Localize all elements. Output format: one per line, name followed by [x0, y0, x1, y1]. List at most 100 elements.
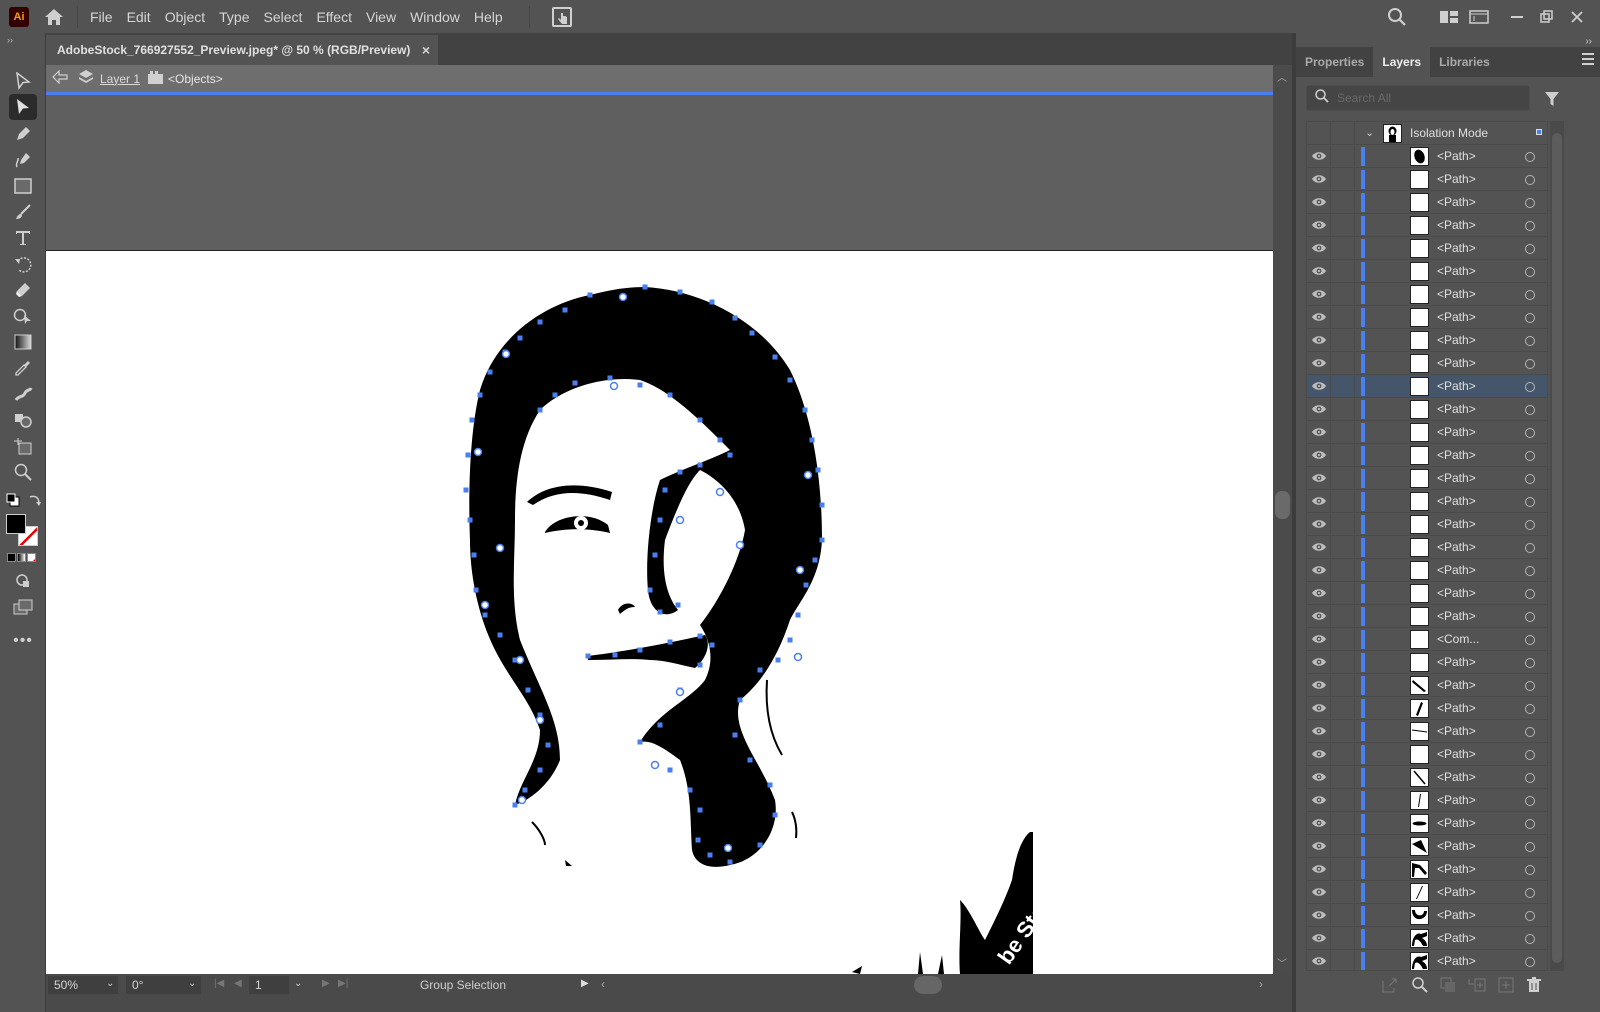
anchor-point[interactable]: [787, 637, 793, 643]
layer-row[interactable]: <Path>: [1307, 742, 1547, 766]
layer-row[interactable]: <Path>: [1307, 466, 1547, 490]
lock-toggle[interactable]: [1331, 259, 1355, 283]
chevron-down-icon[interactable]: ⌄: [1365, 126, 1374, 139]
layer-row-isolation-mode[interactable]: ⌄ Isolation Mode: [1307, 122, 1547, 145]
visibility-eye-icon[interactable]: [1307, 144, 1331, 168]
visibility-eye-icon[interactable]: [1307, 190, 1331, 214]
anchor-point[interactable]: [709, 299, 715, 305]
gradient-tool[interactable]: [9, 329, 37, 355]
visibility-eye-icon[interactable]: [1307, 443, 1331, 467]
lock-toggle[interactable]: [1331, 857, 1355, 881]
target-icon[interactable]: [1525, 405, 1535, 415]
anchor-point[interactable]: [695, 837, 701, 843]
lock-toggle[interactable]: [1331, 420, 1355, 444]
visibility-eye-icon[interactable]: [1307, 742, 1331, 766]
visibility-eye-icon[interactable]: [1307, 236, 1331, 260]
lock-toggle[interactable]: [1331, 765, 1355, 789]
anchor-point[interactable]: [657, 517, 663, 523]
visibility-eye-icon[interactable]: [1307, 512, 1331, 536]
visibility-eye-icon[interactable]: [1307, 374, 1331, 398]
visibility-eye-icon[interactable]: [1307, 719, 1331, 743]
layer-row[interactable]: <Path>: [1307, 443, 1547, 467]
visibility-eye-icon[interactable]: [1307, 213, 1331, 237]
edit-toolbar-icon[interactable]: •••: [9, 628, 37, 654]
gradient-button[interactable]: [17, 553, 26, 562]
smooth-anchor-point[interactable]: [495, 543, 505, 553]
anchor-point[interactable]: [737, 697, 743, 703]
visibility-eye-icon[interactable]: [1307, 811, 1331, 835]
visibility-eye-icon[interactable]: [1307, 788, 1331, 812]
lock-toggle[interactable]: [1331, 581, 1355, 605]
lock-toggle[interactable]: [1331, 144, 1355, 168]
eraser-tool[interactable]: [9, 277, 37, 303]
collect-for-export-icon[interactable]: [1382, 977, 1398, 993]
target-icon[interactable]: [1525, 382, 1535, 392]
scroll-down-icon[interactable]: ﹀: [1277, 955, 1287, 970]
target-icon[interactable]: [1525, 957, 1535, 967]
visibility-eye-icon[interactable]: [1307, 397, 1331, 421]
anchor-point[interactable]: [775, 657, 781, 663]
target-icon[interactable]: [1525, 842, 1535, 852]
artboard-number-field[interactable]: 1: [249, 976, 289, 994]
layer-row[interactable]: <Path>: [1307, 190, 1547, 214]
anchor-point[interactable]: [587, 292, 593, 298]
anchor-point[interactable]: [812, 557, 818, 563]
selection-tool[interactable]: [9, 68, 37, 94]
first-artboard-icon[interactable]: |◀: [214, 978, 224, 989]
anchor-point[interactable]: [707, 852, 713, 858]
next-artboard-icon[interactable]: ▶: [322, 978, 330, 989]
visibility-eye-icon[interactable]: [1307, 328, 1331, 352]
layer-row[interactable]: <Com...: [1307, 627, 1547, 651]
anchor-point[interactable]: [463, 487, 469, 493]
horizontal-scroll-thumb[interactable]: [914, 976, 942, 994]
lock-toggle[interactable]: [1331, 880, 1355, 904]
anchor-point[interactable]: [803, 582, 809, 588]
layer-row[interactable]: <Path>: [1307, 581, 1547, 605]
lock-toggle[interactable]: [1331, 650, 1355, 674]
anchor-point[interactable]: [467, 517, 473, 523]
lock-toggle[interactable]: [1331, 213, 1355, 237]
layer-row[interactable]: <Path>: [1307, 328, 1547, 352]
visibility-eye-icon[interactable]: [1307, 650, 1331, 674]
smooth-anchor-point[interactable]: [650, 760, 660, 770]
lock-toggle[interactable]: [1331, 627, 1355, 651]
anchor-point[interactable]: [537, 767, 543, 773]
layer-row[interactable]: <Path>: [1307, 236, 1547, 260]
smooth-anchor-point[interactable]: [715, 487, 725, 497]
visibility-eye-icon[interactable]: [1307, 880, 1331, 904]
target-icon[interactable]: [1525, 704, 1535, 714]
lock-toggle[interactable]: [1331, 512, 1355, 536]
visibility-eye-icon[interactable]: [1307, 351, 1331, 375]
target-icon[interactable]: [1525, 543, 1535, 553]
menu-file[interactable]: File: [90, 9, 113, 25]
anchor-point[interactable]: [482, 612, 488, 618]
menu-effect[interactable]: Effect: [316, 9, 352, 25]
lock-toggle[interactable]: [1331, 374, 1355, 398]
lock-toggle[interactable]: [1331, 604, 1355, 628]
anchor-point[interactable]: [522, 787, 528, 793]
document-tab[interactable]: AdobeStock_766927552_Preview.jpeg* @ 50 …: [46, 35, 438, 65]
menu-type[interactable]: Type: [219, 9, 249, 25]
target-icon[interactable]: [1525, 267, 1535, 277]
minimize-button[interactable]: [1502, 4, 1532, 30]
canvas-vertical-scrollbar[interactable]: ︿ ﹀: [1273, 65, 1292, 974]
anchor-point[interactable]: [815, 467, 821, 473]
smooth-anchor-point[interactable]: [675, 515, 685, 525]
smooth-anchor-point[interactable]: [723, 843, 733, 853]
anchor-point[interactable]: [465, 452, 471, 458]
workspace-switcher-icon[interactable]: [1434, 4, 1464, 30]
target-icon[interactable]: [1525, 428, 1535, 438]
visibility-eye-icon[interactable]: [1307, 949, 1331, 970]
smooth-anchor-point[interactable]: [515, 655, 525, 665]
artboard[interactable]: be Sto: [46, 251, 1273, 974]
direct-selection-tool[interactable]: [9, 94, 37, 120]
drawing-modes-icon[interactable]: [9, 568, 37, 594]
visibility-eye-icon[interactable]: [1307, 282, 1331, 306]
filter-icon[interactable]: [1544, 91, 1560, 112]
layer-row[interactable]: <Path>: [1307, 259, 1547, 283]
scroll-left-icon[interactable]: ‹: [601, 977, 605, 991]
target-icon[interactable]: [1525, 313, 1535, 323]
anchor-point[interactable]: [697, 633, 703, 639]
lock-toggle[interactable]: [1331, 949, 1355, 970]
target-icon[interactable]: [1525, 520, 1535, 530]
